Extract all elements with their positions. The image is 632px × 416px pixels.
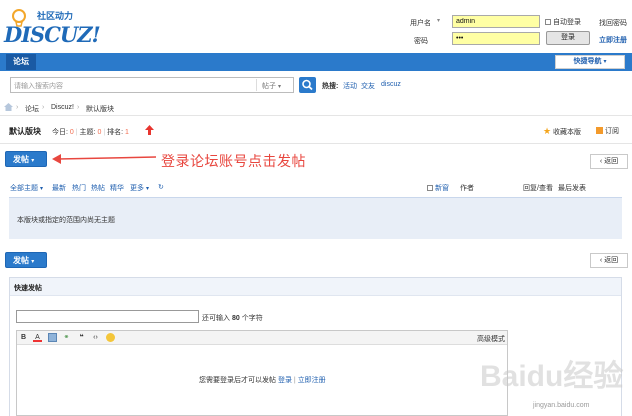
back-arrow-icon: ‹ <box>599 158 603 165</box>
filter-all[interactable]: 全部主题 ▾ <box>10 183 43 193</box>
filter-latest[interactable]: 最新 <box>52 183 66 193</box>
annotation-text: 登录论坛账号点击发帖 <box>161 153 306 169</box>
username-label: 用户名 <box>410 20 431 27</box>
nav-tab-forum[interactable]: 论坛 <box>6 54 36 70</box>
breadcrumb-discuz[interactable]: Discuz! <box>51 104 74 111</box>
chevron-down-icon: ▾ <box>603 59 607 65</box>
search-input[interactable]: 请输入搜索内容 <box>14 81 63 91</box>
breadcrumb-forum[interactable]: 论坛 <box>25 104 39 114</box>
breadcrumb-separator: › <box>42 104 45 111</box>
hot-link-activity[interactable]: 活动 <box>343 81 357 91</box>
back-button-bottom[interactable]: ‹ 返回 <box>590 253 628 268</box>
rss-icon <box>596 127 603 134</box>
char-limit-hint: 还可输入 80 个字符 <box>202 315 263 322</box>
password-input[interactable] <box>452 32 540 45</box>
quick-post-header <box>10 278 621 296</box>
back-button[interactable]: ‹ 返回 <box>590 154 628 169</box>
find-password-link[interactable]: 找回密码 <box>599 18 627 28</box>
breadcrumb-separator: › <box>77 104 80 111</box>
divider <box>256 79 257 91</box>
advanced-mode-link[interactable]: 高级模式 <box>477 334 505 344</box>
divider <box>0 143 632 144</box>
chevron-down-icon: ▾ <box>277 84 281 90</box>
favorite-forum-button[interactable]: ★ 收藏本版 <box>543 126 581 137</box>
hot-search-label: 热搜: <box>322 83 339 90</box>
chevron-down-icon: ▾ <box>31 158 35 164</box>
image-icon[interactable] <box>48 333 57 342</box>
column-last-post: 最后发表 <box>558 185 586 192</box>
logo-subtitle: 社区动力 <box>37 11 74 21</box>
new-post-button-bottom[interactable]: 发帖 ▾ <box>5 252 47 268</box>
empty-thread-message: 本版块或指定的范围内尚无主题 <box>17 217 115 224</box>
column-author: 作者 <box>460 185 474 192</box>
chevron-down-icon: ▾ <box>39 186 43 192</box>
register-link[interactable]: 立即注册 <box>599 35 627 45</box>
filter-digest[interactable]: 精华 <box>110 183 124 193</box>
search-button[interactable] <box>299 77 316 93</box>
smiley-icon[interactable] <box>106 333 115 342</box>
back-arrow-icon: ‹ <box>599 257 603 264</box>
search-type-select[interactable]: 帖子 ▾ <box>262 81 281 91</box>
quick-post-title: 快速发帖 <box>14 285 42 292</box>
new-post-button[interactable]: 发帖 ▾ <box>5 151 47 167</box>
chevron-down-icon: ▾ <box>31 259 35 265</box>
main-nav-bar <box>0 53 632 71</box>
quote-icon[interactable]: ❝ <box>77 333 86 342</box>
search-icon <box>302 79 313 91</box>
post-subject-input[interactable] <box>16 310 199 323</box>
breadcrumb-separator: › <box>16 104 19 111</box>
link-icon[interactable]: ⚭ <box>62 333 71 342</box>
filter-hot[interactable]: 热门 <box>72 183 86 193</box>
home-icon[interactable] <box>4 103 13 111</box>
notice-register-link[interactable]: 立即注册 <box>298 377 326 384</box>
refresh-icon[interactable]: ↻ <box>158 183 164 191</box>
breadcrumb-current: 默认版块 <box>86 106 114 113</box>
svg-text:Baidu经验: Baidu经验 <box>480 359 623 393</box>
forum-title: 默认版块 <box>9 127 41 136</box>
filter-more[interactable]: 更多 ▾ <box>130 183 149 193</box>
login-button[interactable]: 登录 <box>546 31 590 45</box>
checkbox-icon[interactable] <box>427 185 433 191</box>
column-replies-views: 回复/查看 <box>523 185 553 192</box>
checkbox-icon[interactable] <box>545 19 551 25</box>
chevron-down-icon: ▾ <box>145 186 149 192</box>
logo-text: DISCUZ! <box>4 22 101 47</box>
forum-stats: 今日: 0 | 主题: 0 | 排名: 1 <box>52 129 129 136</box>
auto-login-checkbox[interactable]: 自动登录 <box>545 17 581 27</box>
hot-link-discuz[interactable]: discuz <box>381 81 401 88</box>
quick-nav-button[interactable]: 快捷导航 ▾ <box>555 55 625 69</box>
rank-up-arrow-icon <box>145 125 154 135</box>
notice-login-link[interactable]: 登录 <box>278 377 292 384</box>
filter-hot-posts[interactable]: 热帖 <box>91 183 105 193</box>
annotation-arrow <box>52 154 157 164</box>
subscribe-button[interactable]: 订阅 <box>596 126 619 136</box>
password-label: 密码 <box>414 38 428 45</box>
font-color-icon[interactable]: A <box>33 333 42 342</box>
bold-icon[interactable]: B <box>19 333 28 342</box>
watermark-site: jingyan.baidu.com <box>533 402 590 409</box>
code-icon[interactable]: ‹› <box>91 333 100 342</box>
star-icon: ★ <box>543 126 552 136</box>
username-input[interactable] <box>452 15 540 28</box>
hot-link-friends[interactable]: 交友 <box>361 81 375 91</box>
new-window-checkbox[interactable]: 新窗 <box>427 183 449 193</box>
username-dropdown-icon[interactable]: ▾ <box>437 17 440 24</box>
login-required-notice: 您需要登录后才可以发帖 登录 | 立即注册 <box>199 377 326 384</box>
